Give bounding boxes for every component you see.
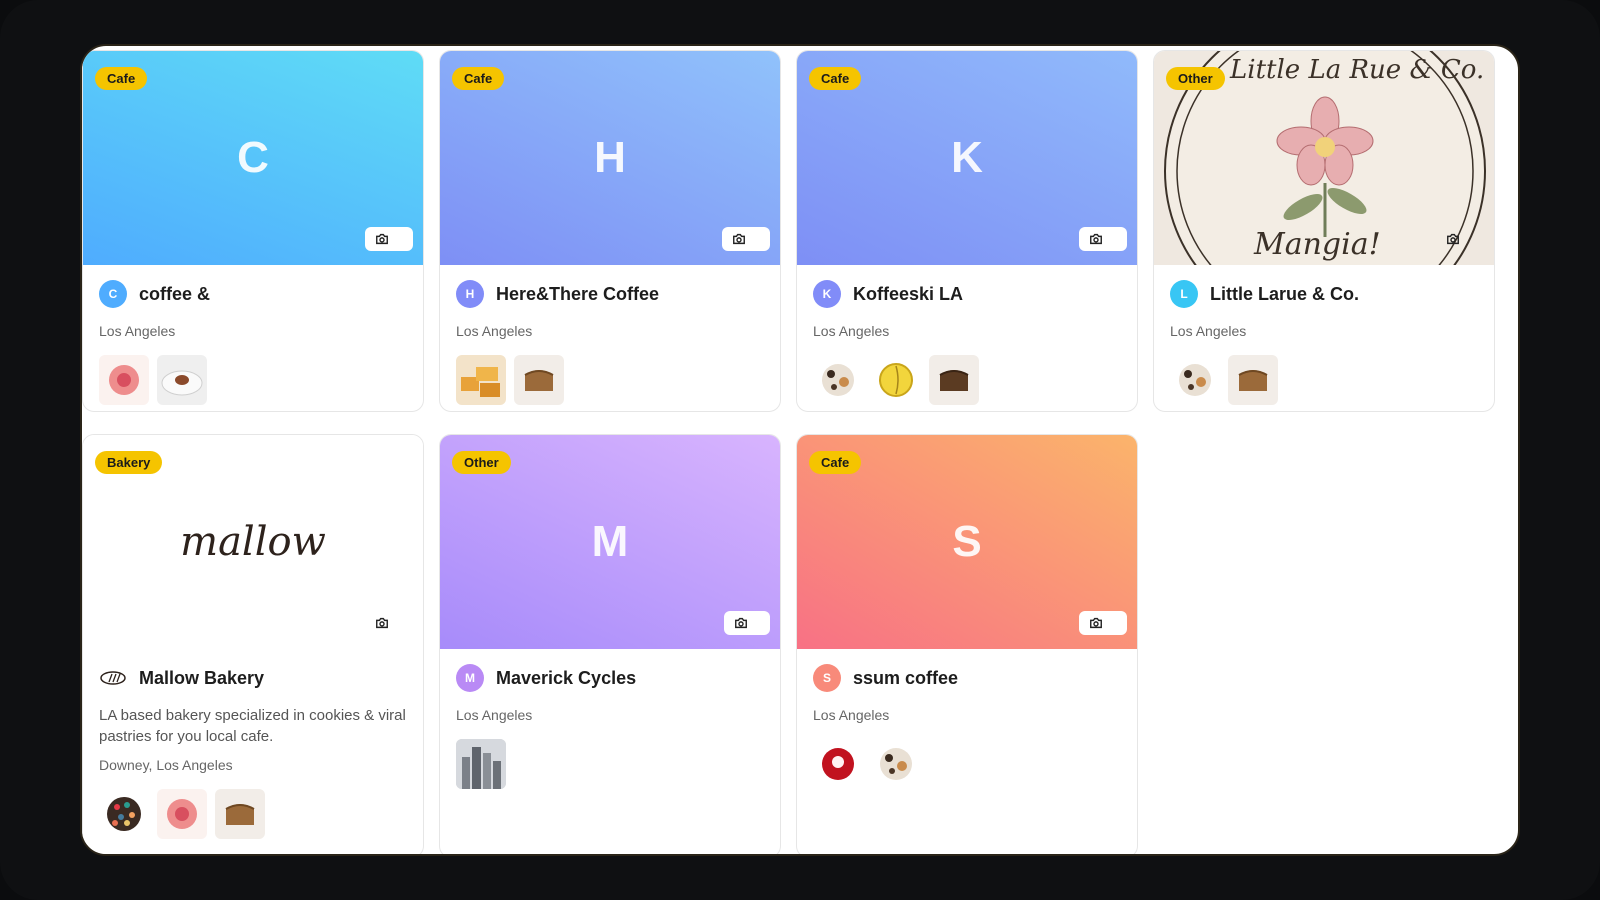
dessert-plate-icon	[161, 370, 203, 396]
category-badge: Other	[1166, 67, 1225, 90]
business-card[interactable]: mallow Bakery Mallow Bakery LA based bak…	[82, 434, 424, 854]
photo-button[interactable]	[1436, 227, 1484, 251]
logo-text-bottom: Mangia!	[1254, 227, 1381, 262]
red-velvet-donut-icon	[822, 748, 854, 780]
category-badge: Cafe	[452, 67, 505, 90]
product-thumbnail[interactable]	[215, 789, 265, 839]
photo-button[interactable]	[1079, 227, 1127, 251]
photo-button[interactable]	[365, 227, 413, 251]
card-hero: S Cafe	[797, 435, 1137, 649]
chocolate-bread-icon	[939, 370, 969, 391]
cake-slices-icon	[461, 367, 500, 397]
product-thumbnail[interactable]	[157, 789, 207, 839]
avatar: S	[813, 664, 841, 692]
hero-letter: H	[594, 133, 626, 182]
avatar: H	[456, 280, 484, 308]
product-thumbnail[interactable]	[456, 355, 506, 405]
card-hero: Little La Rue & Co. Mangia! Other	[1154, 51, 1494, 265]
business-card[interactable]: M Other M Maverick Cycles Los Angeles	[439, 434, 781, 854]
card-hero: C Cafe	[83, 51, 423, 265]
location-text: Los Angeles	[1170, 323, 1247, 339]
business-name[interactable]: Mallow Bakery	[139, 668, 264, 689]
location-text: Los Angeles	[813, 707, 890, 723]
category-badge: Cafe	[809, 67, 862, 90]
banana-bread-icon	[524, 370, 554, 391]
product-thumbnail[interactable]	[99, 789, 149, 839]
camera-icon	[735, 617, 747, 629]
product-thumbnail[interactable]	[813, 739, 863, 789]
camera-icon	[1090, 233, 1102, 245]
hero-letter: C	[237, 133, 269, 182]
business-card[interactable]: H Cafe H Here&There Coffee Los Angeles	[439, 50, 781, 412]
photo-button[interactable]	[724, 611, 770, 635]
card-hero: K Cafe	[797, 51, 1137, 265]
card-hero: M Other	[440, 435, 780, 649]
business-name[interactable]: Little Larue & Co.	[1210, 284, 1359, 305]
logo-text-top: Little La Rue & Co.	[1230, 55, 1485, 85]
product-thumbnail[interactable]	[456, 739, 506, 789]
hero-letter: S	[952, 517, 982, 566]
card-hero: mallow Bakery	[83, 435, 423, 649]
candy-cookie-icon	[107, 797, 141, 831]
camera-icon	[376, 233, 388, 245]
lemon-donut-icon	[879, 363, 913, 397]
location-text: Los Angeles	[813, 323, 890, 339]
location-text: Los Angeles	[99, 323, 176, 339]
product-thumbnail[interactable]	[514, 355, 564, 405]
business-name[interactable]: ssum coffee	[853, 668, 958, 689]
card-hero: H Cafe	[440, 51, 780, 265]
business-name[interactable]: Maverick Cycles	[496, 668, 636, 689]
product-thumbnail[interactable]	[929, 355, 979, 405]
city-skyline-icon	[456, 739, 506, 789]
product-thumbnail[interactable]	[871, 739, 921, 789]
device-frame: C Cafe C coffee & Los Angeles H Cafe H H…	[0, 0, 1600, 900]
banana-bread-icon	[225, 804, 255, 825]
business-name[interactable]: Koffeeski LA	[853, 284, 963, 305]
avatar: L	[1170, 280, 1198, 308]
business-card[interactable]: K Cafe K Koffeeski LA Los Angeles	[796, 50, 1138, 412]
business-name[interactable]: coffee &	[139, 284, 210, 305]
product-thumbnail[interactable]	[813, 355, 863, 405]
location-text: Los Angeles	[456, 323, 533, 339]
cookie-donut-icon	[880, 748, 912, 780]
category-badge: Cafe	[95, 67, 148, 90]
mallow-logo-icon	[100, 671, 126, 685]
location-text: Downey, Los Angeles	[99, 757, 233, 773]
photo-button[interactable]	[365, 611, 413, 635]
business-card[interactable]: C Cafe C coffee & Los Angeles	[82, 50, 424, 412]
banana-bread-icon	[1238, 370, 1268, 391]
cookie-donut-icon	[1179, 364, 1211, 396]
camera-icon	[733, 233, 745, 245]
mallow-logo-text: mallow	[180, 519, 326, 565]
business-card[interactable]: Little La Rue & Co. Mangia! Other L Litt…	[1153, 50, 1495, 412]
product-thumbnail[interactable]	[871, 355, 921, 405]
business-name[interactable]: Here&There Coffee	[496, 284, 659, 305]
category-badge: Other	[452, 451, 511, 474]
avatar: K	[813, 280, 841, 308]
business-description: LA based bakery specialized in cookies &…	[99, 707, 406, 745]
photo-button[interactable]	[722, 227, 770, 251]
location-text: Los Angeles	[456, 707, 533, 723]
product-thumbnail[interactable]	[1228, 355, 1278, 405]
hero-letter: K	[951, 133, 983, 182]
avatar: M	[456, 664, 484, 692]
cookie-donut-icon	[822, 364, 854, 396]
hero-letter: M	[591, 517, 629, 566]
category-badge: Cafe	[809, 451, 862, 474]
camera-icon	[1447, 233, 1459, 245]
camera-icon	[1090, 617, 1102, 629]
camera-icon	[376, 617, 388, 629]
pink-donut-icon	[109, 365, 139, 395]
photo-button[interactable]	[1079, 611, 1127, 635]
category-badge: Bakery	[95, 451, 163, 474]
app-screen: C Cafe C coffee & Los Angeles H Cafe H H…	[80, 44, 1520, 856]
business-card[interactable]: S Cafe S ssum coffee Los Angeles	[796, 434, 1138, 854]
pink-donut-icon	[167, 799, 197, 829]
product-thumbnail[interactable]	[1170, 355, 1220, 405]
product-thumbnail[interactable]	[157, 355, 207, 405]
avatar: C	[99, 280, 127, 308]
product-thumbnail[interactable]	[99, 355, 149, 405]
